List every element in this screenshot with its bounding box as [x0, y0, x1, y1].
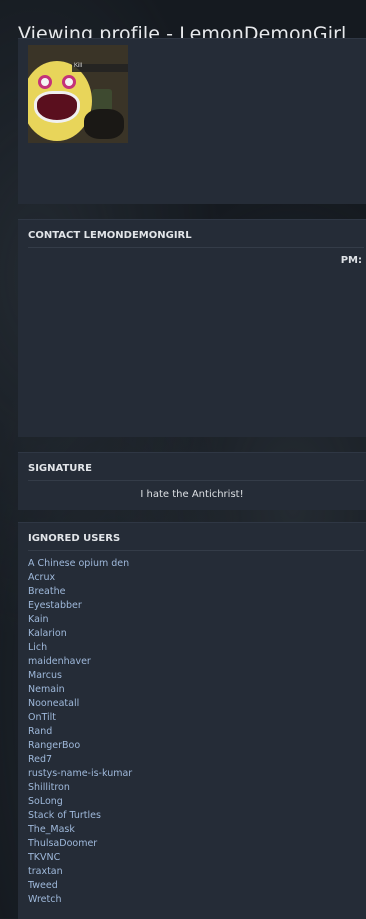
avatar: Kill	[28, 45, 128, 143]
ignored-user-link[interactable]: Lich	[28, 642, 47, 653]
ignored-user-item: Red7	[28, 753, 132, 767]
ignored-user-link[interactable]: RangerBoo	[28, 740, 80, 751]
ignored-user-link[interactable]: SoLong	[28, 796, 63, 807]
ignored-user-link[interactable]: Wretch	[28, 894, 61, 905]
ignored-user-link[interactable]: Kalarion	[28, 628, 67, 639]
ignored-user-item: ThulsaDoomer	[28, 837, 132, 851]
ignored-user-item: Rand	[28, 725, 132, 739]
ignored-user-item: Marcus	[28, 669, 132, 683]
ignored-user-item: SoLong	[28, 795, 132, 809]
ignored-user-item: Wretch	[28, 893, 132, 907]
ignored-users-list: A Chinese opium den Acrux Breathe Eyestabbe…	[28, 557, 132, 907]
ignored-user-item: The_Mask	[28, 823, 132, 837]
ignored-user-item: maidenhaver	[28, 655, 132, 669]
ignored-user-link[interactable]: Breathe	[28, 586, 65, 597]
ignored-user-link[interactable]: rustys-name-is-kumar	[28, 768, 132, 779]
pm-label: PM:	[340, 255, 362, 266]
ignored-user-item: Kain	[28, 613, 132, 627]
ignored-user-link[interactable]: Rand	[28, 726, 52, 737]
ignored-user-link[interactable]: Stack of Turtles	[28, 810, 101, 821]
ignored-user-item: Stack of Turtles	[28, 809, 132, 823]
ignored-user-link[interactable]: Acrux	[28, 572, 55, 583]
signature-panel: SIGNATURE I hate the Antichrist!	[18, 452, 366, 510]
ignored-user-link[interactable]: traxtan	[28, 866, 63, 877]
ignored-user-item: Shillitron	[28, 781, 132, 795]
ignored-user-link[interactable]: Kain	[28, 614, 49, 625]
ignored-user-item: Acrux	[28, 571, 132, 585]
contact-panel: CONTACT LEMONDEMONGIRL PM:	[18, 219, 366, 437]
ignored-user-item: Kalarion	[28, 627, 132, 641]
signature-text: I hate the Antichrist!	[140, 489, 244, 500]
ignored-user-link[interactable]: The_Mask	[28, 824, 75, 835]
ignored-user-link[interactable]: OnTilt	[28, 712, 56, 723]
ignored-user-item: OnTilt	[28, 711, 132, 725]
signature-heading: SIGNATURE	[28, 463, 364, 481]
ignored-user-link[interactable]: Red7	[28, 754, 52, 765]
ignored-user-item: A Chinese opium den	[28, 557, 132, 571]
avatar-overlay-text: Kill	[74, 63, 83, 69]
ignored-user-item: RangerBoo	[28, 739, 132, 753]
ignored-user-item: Nemain	[28, 683, 132, 697]
ignored-user-item: Lich	[28, 641, 132, 655]
ignored-user-link[interactable]: maidenhaver	[28, 656, 91, 667]
ignored-user-link[interactable]: ThulsaDoomer	[28, 838, 97, 849]
ignored-user-link[interactable]: TKVNC	[28, 852, 60, 863]
ignored-user-item: Breathe	[28, 585, 132, 599]
contact-heading: CONTACT LEMONDEMONGIRL	[28, 230, 364, 248]
ignored-user-link[interactable]: Shillitron	[28, 782, 70, 793]
ignored-user-item: Eyestabber	[28, 599, 132, 613]
ignored-user-link[interactable]: Nooneatall	[28, 698, 79, 709]
ignored-user-link[interactable]: Eyestabber	[28, 600, 82, 611]
ignored-user-item: rustys-name-is-kumar	[28, 767, 132, 781]
ignored-user-item: traxtan	[28, 865, 132, 879]
ignored-user-link[interactable]: Tweed	[28, 880, 58, 891]
avatar-panel: Kill	[18, 38, 366, 204]
ignored-users-panel: IGNORED USERS A Chinese opium den Acrux Br…	[18, 522, 366, 919]
ignored-user-item: Nooneatall	[28, 697, 132, 711]
ignored-user-item: Tweed	[28, 879, 132, 893]
ignored-user-item: TKVNC	[28, 851, 132, 865]
ignored-users-heading: IGNORED USERS	[28, 533, 364, 551]
ignored-user-link[interactable]: A Chinese opium den	[28, 558, 129, 569]
ignored-user-link[interactable]: Marcus	[28, 670, 62, 681]
ignored-user-link[interactable]: Nemain	[28, 684, 65, 695]
